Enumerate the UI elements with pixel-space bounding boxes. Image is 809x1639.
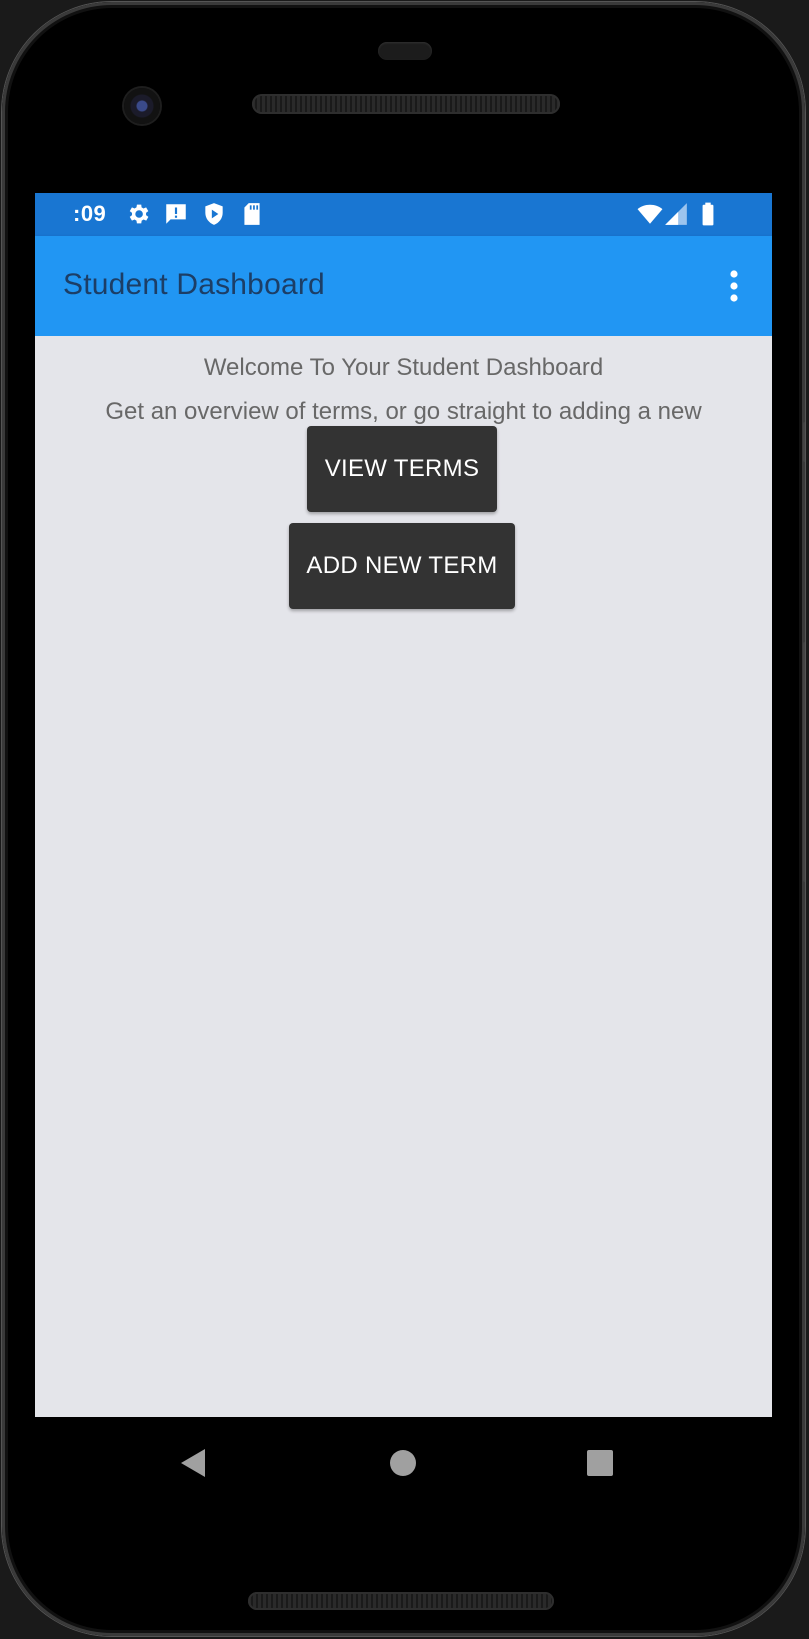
recents-icon: [587, 1450, 613, 1476]
gear-icon: [129, 204, 149, 224]
back-icon: [181, 1449, 205, 1477]
nav-home-button[interactable]: [385, 1445, 421, 1481]
main-content: Welcome To Your Student Dashboard Get an…: [35, 336, 772, 1417]
overflow-menu-icon: [730, 270, 738, 302]
volume-rocker: [803, 642, 805, 882]
status-time: :09: [73, 201, 107, 226]
nav-recents-button[interactable]: [582, 1445, 618, 1481]
welcome-subtitle: Get an overview of terms, or go straight…: [105, 398, 702, 425]
system-nav-bar: [35, 1417, 772, 1507]
app-bar: Student Dashboard: [35, 236, 772, 336]
nav-back-button[interactable]: [175, 1445, 211, 1481]
top-speaker-grille: [252, 94, 560, 114]
status-bar: :09: [35, 193, 772, 236]
bottom-speaker-grille: [248, 1592, 554, 1610]
app-title: Student Dashboard: [63, 268, 325, 301]
add-new-term-button[interactable]: ADD NEW TERM: [289, 523, 515, 609]
view-terms-button[interactable]: VIEW TERMS: [307, 426, 497, 512]
welcome-heading: Welcome To Your Student Dashboard: [203, 354, 604, 381]
front-camera: [124, 88, 160, 124]
cell-signal-icon: [665, 203, 687, 225]
shield-play-icon: [205, 203, 223, 225]
power-button: [803, 422, 805, 462]
alert-message-icon: [166, 204, 186, 224]
overflow-menu-button[interactable]: [716, 264, 752, 308]
battery-icon: [702, 202, 714, 226]
wifi-icon: [637, 204, 663, 224]
sd-card-icon: [244, 203, 260, 225]
proximity-sensor: [378, 42, 432, 60]
home-icon: [390, 1450, 416, 1476]
device-screen: :09 Student Dashboard Welcome To Your St…: [35, 193, 772, 1417]
